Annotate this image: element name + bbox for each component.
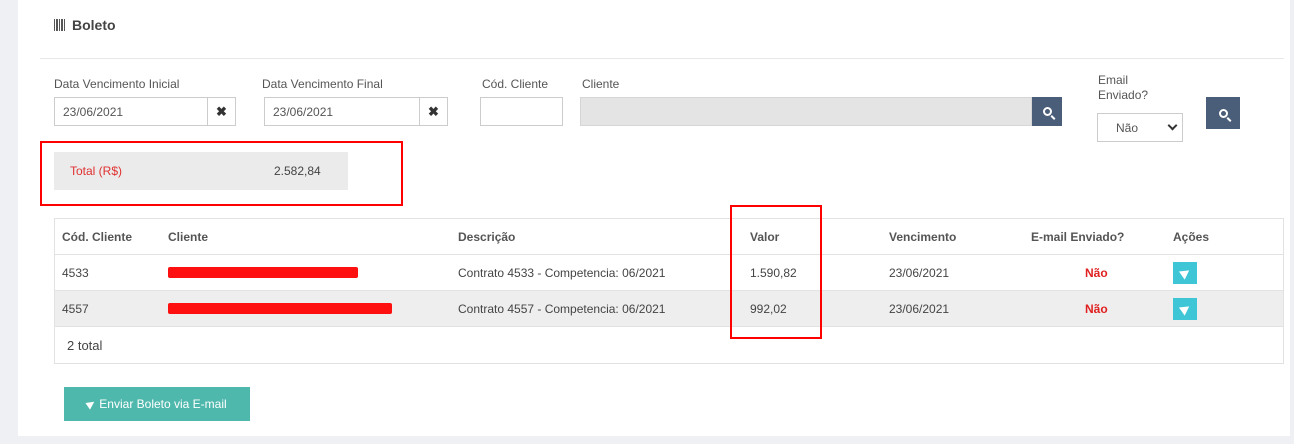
cell-cliente-redacted (168, 291, 392, 326)
title-divider (40, 58, 1284, 59)
data-inicial-input[interactable]: 23/06/2021 (54, 97, 208, 126)
chevron-down-icon (1167, 120, 1178, 131)
table-row: 4557 Contrato 4557 - Competencia: 06/202… (55, 291, 1283, 327)
close-icon: ✖ (216, 103, 227, 119)
cell-descricao: Contrato 4533 - Competencia: 06/2021 (458, 265, 666, 280)
paper-plane-icon (1178, 301, 1192, 316)
email-enviado-label: Email Enviado? (1098, 73, 1149, 102)
data-inicial-label: Data Vencimento Inicial (54, 77, 180, 91)
panel-title-text: Boleto (72, 17, 116, 33)
send-email-button[interactable] (1173, 297, 1197, 320)
paper-plane-icon (1178, 265, 1192, 280)
cell-vencimento: 23/06/2021 (889, 265, 950, 280)
search-icon (1218, 108, 1228, 118)
cell-acoes (1173, 255, 1197, 290)
col-header-vencimento: Vencimento (889, 229, 957, 244)
col-header-cod-cliente: Cód. Cliente (62, 229, 133, 244)
barcode-icon (54, 19, 66, 31)
cell-acoes (1173, 291, 1197, 326)
close-icon: ✖ (428, 103, 439, 119)
email-enviado-select[interactable]: Não (1097, 113, 1183, 142)
col-header-email-enviado: E-mail Enviado? (1031, 229, 1125, 244)
table-row: 4533 Contrato 4533 - Competencia: 06/202… (55, 255, 1283, 291)
clear-data-inicial-button[interactable]: ✖ (208, 97, 236, 126)
filter-search-button[interactable] (1206, 97, 1240, 129)
cell-descricao: Contrato 4557 - Competencia: 06/2021 (458, 301, 666, 316)
cell-cod-cliente: 4533 (62, 265, 89, 280)
cod-cliente-input[interactable] (480, 97, 563, 126)
send-email-button[interactable] (1173, 261, 1197, 284)
search-icon (1042, 107, 1052, 116)
col-header-descricao: Descrição (458, 229, 516, 244)
clear-data-final-button[interactable]: ✖ (420, 97, 448, 126)
cod-cliente-label: Cód. Cliente (482, 77, 549, 91)
redaction-mark (168, 267, 358, 278)
cell-vencimento: 23/06/2021 (889, 301, 950, 316)
redaction-mark (168, 303, 392, 314)
table-total-count: 2 total (67, 337, 103, 353)
data-final-input[interactable]: 23/06/2021 (264, 97, 420, 126)
highlight-total-box (40, 141, 403, 206)
cell-cod-cliente: 4557 (62, 301, 89, 316)
col-header-cliente: Cliente (168, 229, 209, 244)
paper-plane-icon (85, 398, 97, 410)
cliente-label: Cliente (582, 77, 620, 91)
data-final-label: Data Vencimento Final (262, 77, 383, 91)
col-header-acoes: Ações (1173, 229, 1210, 244)
cell-email-enviado: Não (1085, 265, 1108, 280)
boleto-table: Cód. Cliente Cliente Descrição Valor Ven… (54, 218, 1284, 364)
cliente-search-button[interactable] (1032, 97, 1062, 126)
table-header: Cód. Cliente Cliente Descrição Valor Ven… (55, 219, 1283, 255)
highlight-valor-column (730, 205, 822, 339)
cell-email-enviado: Não (1085, 301, 1108, 316)
page-background-bottom (0, 436, 1294, 444)
page-background-right (1290, 0, 1294, 444)
page-background-left (0, 0, 18, 444)
cliente-input[interactable] (580, 97, 1032, 126)
email-enviado-selected: Não (1116, 120, 1139, 135)
panel-title: Boleto (54, 17, 116, 33)
send-boleto-email-button[interactable]: Enviar Boleto via E-mail (64, 387, 250, 421)
send-boleto-email-label: Enviar Boleto via E-mail (99, 397, 227, 411)
cell-cliente-redacted (168, 255, 358, 290)
